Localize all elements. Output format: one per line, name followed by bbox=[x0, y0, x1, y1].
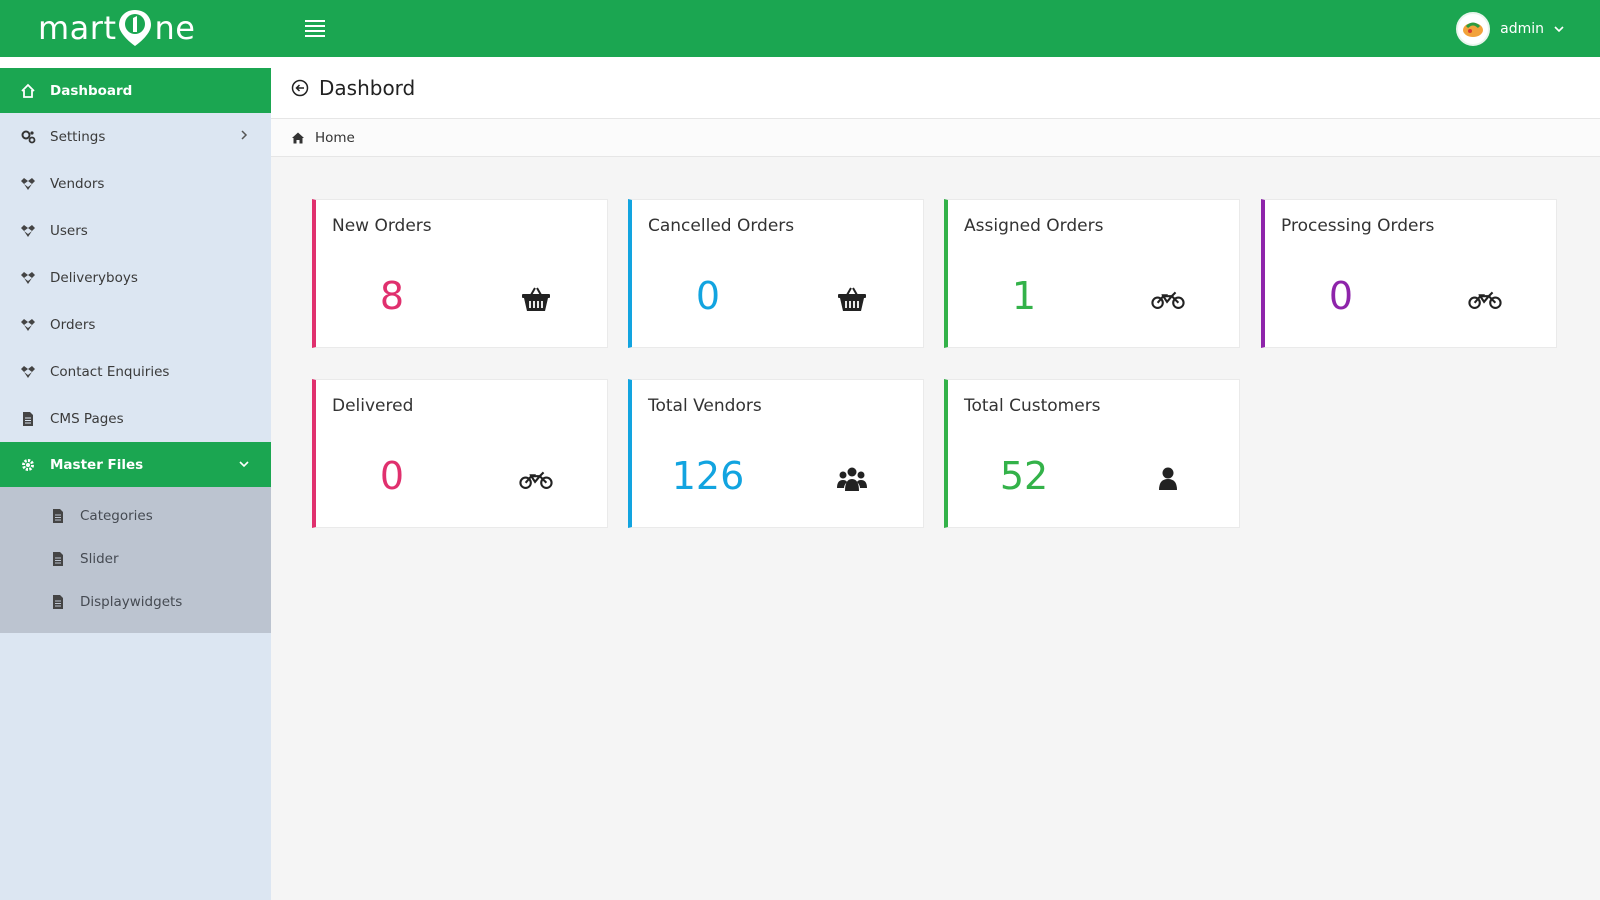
logo[interactable]: mart ne bbox=[38, 6, 195, 50]
file-icon bbox=[52, 594, 66, 609]
sidebar-item-dashboard[interactable]: Dashboard bbox=[0, 68, 271, 113]
sidebar-item-label: Users bbox=[50, 222, 88, 239]
stat-card-assigned-orders[interactable]: Assigned Orders 1 bbox=[944, 199, 1240, 348]
stat-card-delivered[interactable]: Delivered 0 bbox=[312, 379, 608, 528]
card-value: 0 bbox=[1328, 274, 1354, 318]
stat-card-cancelled-orders[interactable]: Cancelled Orders 0 bbox=[628, 199, 924, 348]
gear-icon bbox=[20, 457, 36, 473]
avatar-logo-icon bbox=[1463, 22, 1484, 37]
basket-icon bbox=[519, 284, 553, 314]
menu-toggle-button[interactable] bbox=[305, 17, 325, 39]
card-title: Total Vendors bbox=[648, 396, 762, 416]
basket-icon bbox=[835, 284, 869, 314]
stat-card-total-vendors[interactable]: Total Vendors 126 bbox=[628, 379, 924, 528]
file-icon bbox=[52, 551, 66, 566]
card-title: Assigned Orders bbox=[964, 216, 1104, 236]
back-arrow-icon[interactable] bbox=[291, 79, 309, 97]
sidebar-item-label: Master Files bbox=[50, 456, 144, 473]
submenu-item-displaywidgets[interactable]: Displaywidgets bbox=[0, 580, 271, 623]
master-files-submenu: Categories Slider Displaywidgets bbox=[0, 487, 271, 633]
dropbox-icon bbox=[20, 176, 36, 192]
dropbox-icon bbox=[20, 317, 36, 333]
user-menu[interactable]: admin bbox=[1456, 12, 1564, 46]
card-title: Delivered bbox=[332, 396, 414, 416]
breadcrumb: Home bbox=[271, 119, 1600, 157]
chevron-right-icon bbox=[241, 130, 248, 140]
sidebar: Dashboard Settings Vendors Users Deliver… bbox=[0, 57, 271, 900]
user-icon bbox=[1151, 464, 1185, 494]
user-name: admin bbox=[1500, 21, 1544, 37]
page-header: Dashbord bbox=[271, 57, 1600, 119]
users-icon bbox=[835, 464, 869, 494]
top-navbar: mart ne admin bbox=[0, 0, 1600, 57]
motorcycle-icon bbox=[1468, 284, 1502, 314]
submenu-item-categories[interactable]: Categories bbox=[0, 494, 271, 537]
card-value: 52 bbox=[999, 454, 1049, 498]
home-icon bbox=[292, 132, 304, 143]
sidebar-item-label: Settings bbox=[50, 128, 106, 145]
card-value: 1 bbox=[1011, 274, 1037, 318]
stat-card-total-customers[interactable]: Total Customers 52 bbox=[944, 379, 1240, 528]
card-value: 8 bbox=[379, 274, 405, 318]
sidebar-item-vendors[interactable]: Vendors bbox=[0, 160, 271, 207]
dropbox-icon bbox=[20, 223, 36, 239]
chevron-down-icon bbox=[1554, 26, 1564, 33]
card-title: Cancelled Orders bbox=[648, 216, 795, 236]
logo-text-right: ne bbox=[154, 9, 196, 47]
motorcycle-icon bbox=[1151, 284, 1185, 314]
submenu-item-label: Displaywidgets bbox=[80, 593, 183, 610]
dropbox-icon bbox=[20, 364, 36, 380]
sidebar-item-orders[interactable]: Orders bbox=[0, 301, 271, 348]
card-value: 0 bbox=[379, 454, 405, 498]
sidebar-item-users[interactable]: Users bbox=[0, 207, 271, 254]
stat-card-processing-orders[interactable]: Processing Orders 0 bbox=[1261, 199, 1557, 348]
file-icon bbox=[20, 411, 36, 427]
avatar bbox=[1456, 12, 1491, 46]
file-icon bbox=[52, 508, 66, 523]
gears-icon bbox=[20, 129, 36, 145]
card-value: 126 bbox=[671, 454, 745, 498]
sidebar-item-deliveryboys[interactable]: Deliveryboys bbox=[0, 254, 271, 301]
sidebar-item-label: Vendors bbox=[50, 175, 105, 192]
sidebar-item-label: Dashboard bbox=[50, 82, 133, 99]
sidebar-item-label: Orders bbox=[50, 316, 96, 333]
card-value: 0 bbox=[695, 274, 721, 318]
stat-card-new-orders[interactable]: New Orders 8 bbox=[312, 199, 608, 348]
page-title: Dashbord bbox=[319, 75, 416, 100]
card-title: Total Customers bbox=[964, 396, 1101, 416]
card-title: Processing Orders bbox=[1281, 216, 1435, 236]
sidebar-item-label: CMS Pages bbox=[50, 410, 124, 427]
sidebar-item-label: Deliveryboys bbox=[50, 269, 138, 286]
breadcrumb-home-link[interactable]: Home bbox=[315, 130, 355, 146]
logo-pin-icon bbox=[119, 10, 152, 46]
card-title: New Orders bbox=[332, 216, 432, 236]
submenu-item-label: Categories bbox=[80, 507, 153, 524]
home-icon bbox=[20, 83, 36, 99]
dropbox-icon bbox=[20, 270, 36, 286]
sidebar-item-cms-pages[interactable]: CMS Pages bbox=[0, 395, 271, 442]
submenu-item-label: Slider bbox=[80, 550, 119, 567]
motorcycle-icon bbox=[519, 464, 553, 494]
sidebar-item-master-files[interactable]: Master Files bbox=[0, 442, 271, 487]
sidebar-item-settings[interactable]: Settings bbox=[0, 113, 271, 160]
chevron-down-icon bbox=[239, 461, 249, 468]
sidebar-item-label: Contact Enquiries bbox=[50, 363, 170, 380]
logo-text-left: mart bbox=[38, 9, 117, 47]
sidebar-item-contact-enquiries[interactable]: Contact Enquiries bbox=[0, 348, 271, 395]
submenu-item-slider[interactable]: Slider bbox=[0, 537, 271, 580]
